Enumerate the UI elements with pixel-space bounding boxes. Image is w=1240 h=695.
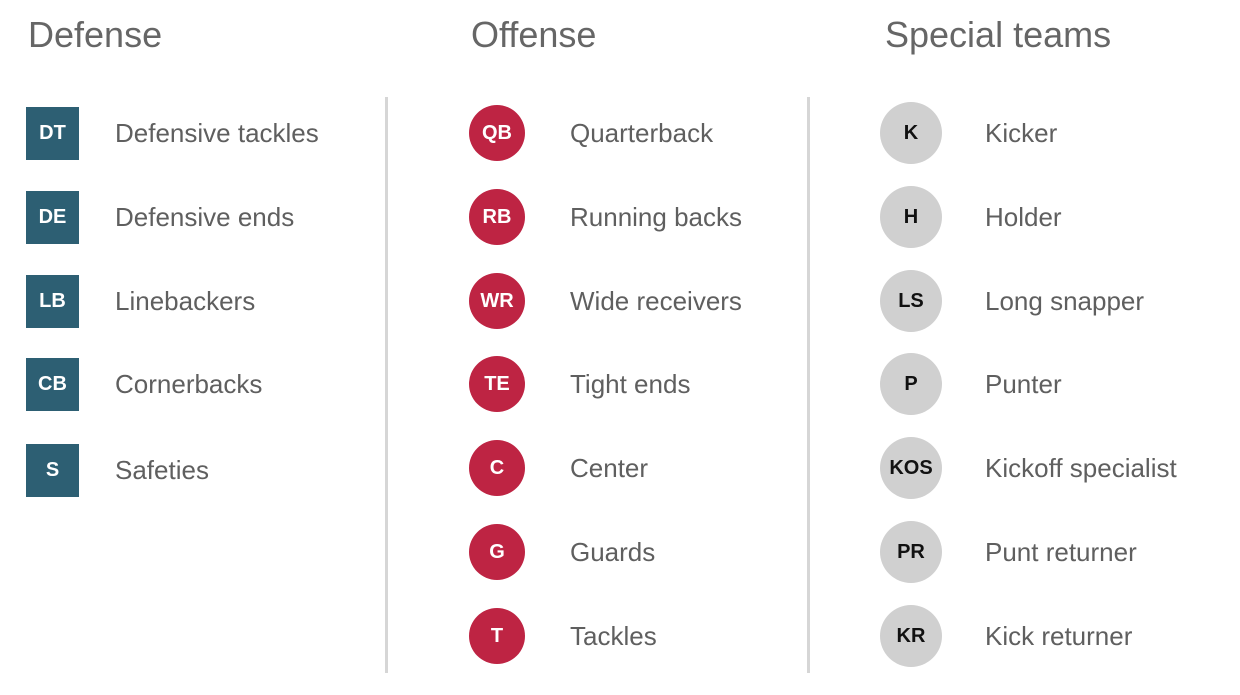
position-badge: PR [880, 521, 942, 583]
defense-position-item: DE Defensive ends [26, 189, 294, 245]
offense-position-item: TE Tight ends [469, 356, 690, 412]
offense-position-item: QB Quarterback [469, 105, 713, 161]
position-label: Safeties [115, 454, 209, 485]
special-position-item: KR Kick returner [880, 605, 1132, 667]
offense-position-item: RB Running backs [469, 189, 742, 245]
special-position-item: P Punter [880, 353, 1062, 415]
position-badge: DT [26, 106, 79, 160]
offense-position-item: WR Wide receivers [469, 273, 742, 329]
defense-position-item: LB Linebackers [26, 273, 255, 329]
position-badge: QB [469, 105, 525, 161]
position-label: Defensive ends [115, 201, 295, 232]
position-label: Kicker [985, 117, 1058, 148]
position-badge: KOS [880, 437, 942, 499]
position-label: Long snapper [985, 285, 1145, 316]
position-label: Quarterback [570, 117, 714, 148]
defense-position-item: S Safeties [26, 442, 209, 498]
position-badge: LS [880, 270, 942, 332]
position-badge: TE [469, 356, 525, 412]
position-label: Tackles [570, 620, 657, 651]
defense-position-item: DT Defensive tackles [26, 105, 319, 161]
position-label: Guards [570, 536, 656, 567]
position-label: Kick returner [985, 620, 1133, 651]
position-badge: CB [26, 357, 79, 411]
defense-title: Defense [28, 14, 163, 55]
position-badge: T [469, 608, 525, 664]
special-teams-title: Special teams [885, 14, 1112, 55]
special-position-item: KOS Kickoff specialist [880, 437, 1177, 499]
position-label: Center [570, 452, 649, 483]
offense-position-item: T Tackles [469, 608, 657, 664]
special-position-item: PR Punt returner [880, 521, 1137, 583]
position-badge: C [469, 440, 525, 496]
position-badge: KR [880, 605, 942, 667]
position-label: Punter [985, 368, 1062, 399]
position-label: Defensive tackles [115, 117, 319, 148]
position-badge: G [469, 524, 525, 580]
position-badge: DE [26, 190, 79, 244]
position-label: Running backs [570, 201, 742, 232]
position-badge: RB [469, 189, 525, 245]
position-badge: LB [26, 274, 79, 328]
position-label: Kickoff specialist [985, 452, 1177, 483]
position-label: Tight ends [570, 368, 691, 399]
special-position-item: H Holder [880, 186, 1062, 248]
position-badge: S [26, 443, 79, 497]
position-badge: H [880, 186, 942, 248]
special-position-item: LS Long snapper [880, 270, 1144, 332]
offense-position-item: G Guards [469, 524, 655, 580]
offense-title: Offense [471, 14, 597, 55]
column-divider [807, 97, 810, 673]
position-label: Punt returner [985, 536, 1137, 567]
defense-position-item: CB Cornerbacks [26, 356, 262, 412]
position-badge: P [880, 353, 942, 415]
position-label: Wide receivers [570, 285, 742, 316]
position-label: Linebackers [115, 285, 256, 316]
column-divider [385, 97, 388, 673]
position-badge: WR [469, 273, 525, 329]
position-badge: K [880, 102, 942, 164]
special-position-item: K Kicker [880, 102, 1057, 164]
position-label: Cornerbacks [115, 368, 263, 399]
position-label: Holder [985, 201, 1062, 232]
offense-position-item: C Center [469, 440, 648, 496]
